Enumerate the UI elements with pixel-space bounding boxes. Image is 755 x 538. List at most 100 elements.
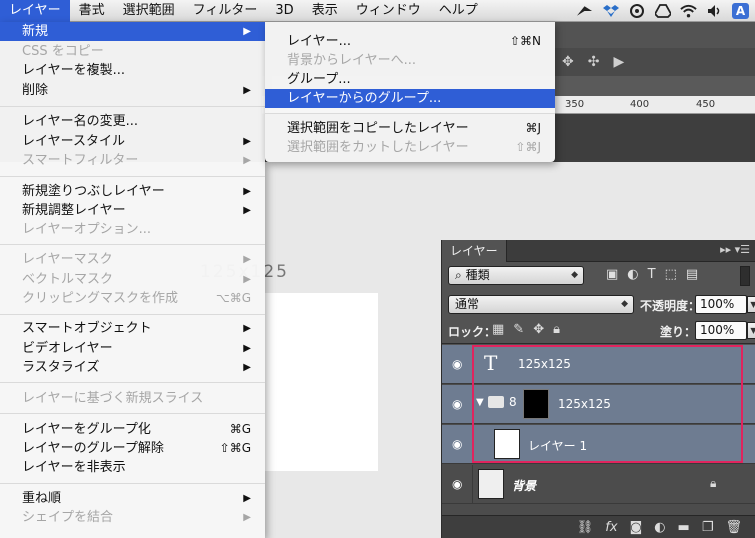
disclosure-triangle-icon[interactable]: ▼ <box>476 397 484 408</box>
add-mask-icon[interactable]: ◙ <box>630 520 643 535</box>
column-divider <box>472 465 473 504</box>
new-group-icon[interactable]: ▬ <box>678 520 690 535</box>
menu-item-rename-layer[interactable]: レイヤー名の変更... <box>0 112 265 131</box>
new-layer-icon[interactable]: ❐ <box>702 520 714 535</box>
link-layers-icon[interactable]: ⛓︎ <box>577 520 594 535</box>
submenu-item-layer-via-cut[interactable]: 選択範囲をカットしたレイヤー ⇧⌘J <box>265 138 555 157</box>
lock-transparent-icon[interactable]: ▦ <box>492 322 504 337</box>
layer-row-background[interactable]: ◉ 背景 🔒︎ <box>442 465 755 504</box>
volume-icon[interactable] <box>706 3 723 19</box>
adobe-a-icon[interactable]: A <box>732 3 749 19</box>
layer-row-pixel[interactable]: ◉ レイヤー 1 <box>442 425 755 464</box>
opacity-field[interactable]: 100% ▼ <box>695 295 755 314</box>
lock-all-icon[interactable]: 🔒︎ <box>553 322 560 337</box>
feather-icon[interactable] <box>576 3 593 19</box>
menu-item-new-layer-based-slice[interactable]: レイヤーに基づく新規スライス <box>0 389 265 408</box>
panel-menu-icon[interactable]: ▸▸ ▾☰ <box>720 243 750 256</box>
dropbox-icon[interactable] <box>602 3 619 19</box>
smart-object-filter-icon[interactable]: ▤ <box>686 267 698 282</box>
filter-toggle[interactable] <box>740 266 750 286</box>
menu-view[interactable]: 表示 <box>303 0 347 22</box>
menu-separator <box>0 176 265 177</box>
menu-item-layer-mask[interactable]: レイヤーマスク ▶ <box>0 250 265 269</box>
submenu-arrow-icon: ▶ <box>243 493 251 504</box>
menu-item-new-adjustment-layer[interactable]: 新規調整レイヤー ▶ <box>0 201 265 220</box>
menu-item-duplicate-layer[interactable]: レイヤーを複製... <box>0 61 265 80</box>
lock-image-brush-icon[interactable]: ✎ <box>513 322 524 337</box>
submenu-arrow-icon: ▶ <box>243 85 251 96</box>
menu-item-layer-style[interactable]: レイヤースタイル ▶ <box>0 132 265 151</box>
submenu-arrow-icon: ▶ <box>243 254 251 265</box>
column-divider <box>472 345 473 384</box>
submenu-item-group-from-layers[interactable]: レイヤーからのグループ... <box>265 89 555 108</box>
pan-3d-icon[interactable]: ✣ <box>588 54 600 70</box>
submenu-arrow-icon: ▶ <box>243 155 251 166</box>
menu-item-rasterize[interactable]: ラスタライズ ▶ <box>0 358 265 377</box>
menu-item-new[interactable]: 新規 ▶ <box>0 22 265 41</box>
google-drive-icon[interactable] <box>654 3 671 19</box>
menu-item-vector-mask[interactable]: ベクトルマスク ▶ <box>0 270 265 289</box>
menu-item-group-layers[interactable]: レイヤーをグループ化 ⌘G <box>0 420 265 439</box>
menu-separator <box>0 382 265 383</box>
layer-thumbnail <box>478 469 504 499</box>
column-divider <box>472 425 473 464</box>
submenu-item-group[interactable]: グループ... <box>265 70 555 89</box>
menu-separator <box>0 106 265 107</box>
shape-filter-icon[interactable]: ⬚ <box>665 267 677 282</box>
eye-icon[interactable]: ◉ <box>452 437 466 451</box>
eye-icon[interactable]: ◉ <box>452 397 466 411</box>
adjustment-layer-icon[interactable]: ◐ <box>654 520 665 535</box>
blend-mode-select[interactable]: 通常 ◆ <box>448 295 634 314</box>
menu-item-layer-options[interactable]: レイヤーオプション... <box>0 220 265 239</box>
menu-item-combine-shapes[interactable]: シェイプを結合 ▶ <box>0 508 265 527</box>
submenu-item-layer[interactable]: レイヤー... ⇧⌘N <box>265 32 555 51</box>
eye-icon[interactable]: ◉ <box>452 357 466 371</box>
menu-separator <box>0 483 265 484</box>
pixel-filter-icon[interactable]: ▣ <box>606 267 618 282</box>
trash-icon[interactable]: 🗑︎ <box>725 520 742 535</box>
type-filter-icon[interactable]: T <box>648 267 656 282</box>
fill-field[interactable]: 100% ▼ <box>695 321 755 340</box>
menu-item-delete[interactable]: 削除 ▶ <box>0 81 265 100</box>
menu-item-copy-css[interactable]: CSS をコピー <box>0 42 265 61</box>
menu-window[interactable]: ウィンドウ <box>347 0 430 22</box>
submenu-item-layer-from-background[interactable]: 背景からレイヤーへ... <box>265 51 555 70</box>
menu-item-smart-filter[interactable]: スマートフィルター ▶ <box>0 151 265 170</box>
menu-item-video-layer[interactable]: ビデオレイヤー ▶ <box>0 339 265 358</box>
submenu-arrow-icon: ▶ <box>243 274 251 285</box>
lock-position-icon[interactable]: ✥ <box>533 322 544 337</box>
folder-icon <box>488 396 504 408</box>
menu-item-hide-layers[interactable]: レイヤーを非表示 <box>0 458 265 477</box>
menu-3d[interactable]: 3D <box>266 0 302 22</box>
creative-cloud-icon[interactable] <box>628 3 645 19</box>
submenu-arrow-icon: ▶ <box>243 26 251 37</box>
menu-item-ungroup-layers[interactable]: レイヤーのグループ解除 ⇧⌘G <box>0 439 265 458</box>
menu-separator <box>0 244 265 245</box>
submenu-arrow-icon: ▶ <box>243 343 251 354</box>
video-camera-icon[interactable]: ▶ <box>613 54 624 70</box>
layer-filter-select[interactable]: ⌕ 種類 ◆ <box>448 266 584 285</box>
fx-icon[interactable]: fx <box>605 520 617 535</box>
wifi-icon[interactable] <box>680 3 697 19</box>
layer-row-text[interactable]: ◉ T 125x125 <box>442 345 755 384</box>
layers-panel-tab[interactable]: レイヤー <box>442 240 507 262</box>
move-3d-icon[interactable]: ✥ <box>562 54 574 70</box>
menu-help[interactable]: ヘルプ <box>430 0 487 22</box>
menu-item-new-fill-layer[interactable]: 新規塗りつぶしレイヤー ▶ <box>0 182 265 201</box>
ruler-tick: 450 <box>696 99 716 110</box>
column-divider <box>472 385 473 424</box>
eye-icon[interactable]: ◉ <box>452 477 466 491</box>
menu-layer[interactable]: レイヤー <box>0 0 70 22</box>
layer-row-group[interactable]: ◉ ▼ 8 125x125 <box>442 385 755 424</box>
menu-item-arrange[interactable]: 重ね順 ▶ <box>0 489 265 508</box>
chevron-down-icon[interactable]: ▼ <box>747 322 755 339</box>
submenu-item-layer-via-copy[interactable]: 選択範囲をコピーしたレイヤー ⌘J <box>265 119 555 138</box>
chevron-down-icon[interactable]: ▼ <box>747 296 755 313</box>
menu-filter[interactable]: フィルター <box>184 0 267 22</box>
menu-type[interactable]: 書式 <box>70 0 114 22</box>
menu-select[interactable]: 選択範囲 <box>114 0 184 22</box>
menu-separator <box>0 413 265 414</box>
menu-item-create-clipping-mask[interactable]: クリッピングマスクを作成 ⌥⌘G <box>0 289 265 308</box>
adjustment-filter-icon[interactable]: ◐ <box>627 267 638 282</box>
menu-item-smart-object[interactable]: スマートオブジェクト ▶ <box>0 319 265 338</box>
